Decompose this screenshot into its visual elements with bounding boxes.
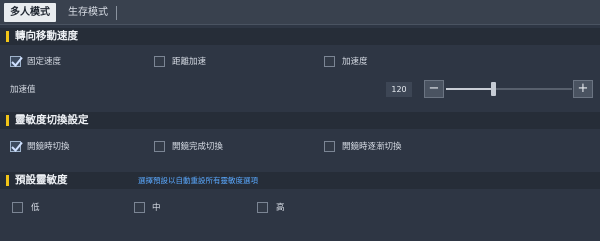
option-label-acceleration: 加速度 bbox=[342, 57, 368, 67]
checkmark-icon bbox=[11, 56, 23, 67]
checkbox-distance-accel[interactable] bbox=[154, 56, 165, 67]
option-label-preset-low: 低 bbox=[31, 203, 40, 213]
section-title-turn-speed: 轉向移動速度 bbox=[15, 30, 78, 42]
option-label-fixed-speed: 固定速度 bbox=[27, 57, 62, 67]
decrease-button[interactable]: − bbox=[424, 80, 444, 98]
option-label-gradual-switch: 開鏡時逐漸切換 bbox=[342, 142, 402, 152]
section-header-preset: 預設靈敏度 選擇預設以自動重設所有靈敏度選項 bbox=[0, 172, 600, 189]
section-header-turn-speed: 轉向移動速度 bbox=[0, 28, 600, 45]
option-label-preset-high: 高 bbox=[276, 203, 285, 213]
section-title-preset: 預設靈敏度 bbox=[15, 174, 68, 186]
tab-divider bbox=[116, 6, 117, 20]
accel-slider-fill bbox=[446, 88, 493, 90]
section-title-sensitivity-switch: 靈敏度切換設定 bbox=[15, 114, 89, 126]
section-header-sensitivity-switch: 靈敏度切換設定 bbox=[0, 112, 600, 129]
preset-hint-text: 選擇預設以自動重設所有靈敏度選項 bbox=[138, 176, 258, 185]
checkbox-preset-low[interactable] bbox=[12, 202, 23, 213]
tab-survival[interactable]: 生存模式 bbox=[60, 3, 116, 22]
option-label-switch-on-scope: 開鏡時切換 bbox=[27, 142, 70, 152]
accel-slider-thumb[interactable] bbox=[491, 82, 496, 96]
section-accent-bar bbox=[6, 175, 9, 186]
checkbox-switch-on-scope[interactable] bbox=[10, 141, 23, 152]
checkbox-preset-medium[interactable] bbox=[134, 202, 145, 213]
option-label-preset-medium: 中 bbox=[152, 203, 161, 213]
checkmark-icon bbox=[11, 141, 23, 152]
section-accent-bar bbox=[6, 115, 9, 126]
checkbox-switch-after-scope[interactable] bbox=[154, 141, 165, 152]
mode-tab-bar: 多人模式 生存模式 bbox=[0, 0, 600, 25]
option-label-switch-after-scope: 開鏡完成切換 bbox=[172, 142, 224, 152]
accel-value-display: 120 bbox=[386, 82, 412, 97]
increase-button[interactable]: + bbox=[573, 80, 593, 98]
checkbox-acceleration[interactable] bbox=[324, 56, 335, 67]
accel-value-label: 加速值 bbox=[10, 85, 36, 95]
tab-multiplayer[interactable]: 多人模式 bbox=[4, 3, 56, 22]
checkbox-preset-high[interactable] bbox=[257, 202, 268, 213]
checkbox-gradual-switch[interactable] bbox=[324, 141, 335, 152]
section-accent-bar bbox=[6, 31, 9, 42]
option-label-distance-accel: 距離加速 bbox=[172, 57, 207, 67]
checkbox-fixed-speed[interactable] bbox=[10, 56, 23, 67]
